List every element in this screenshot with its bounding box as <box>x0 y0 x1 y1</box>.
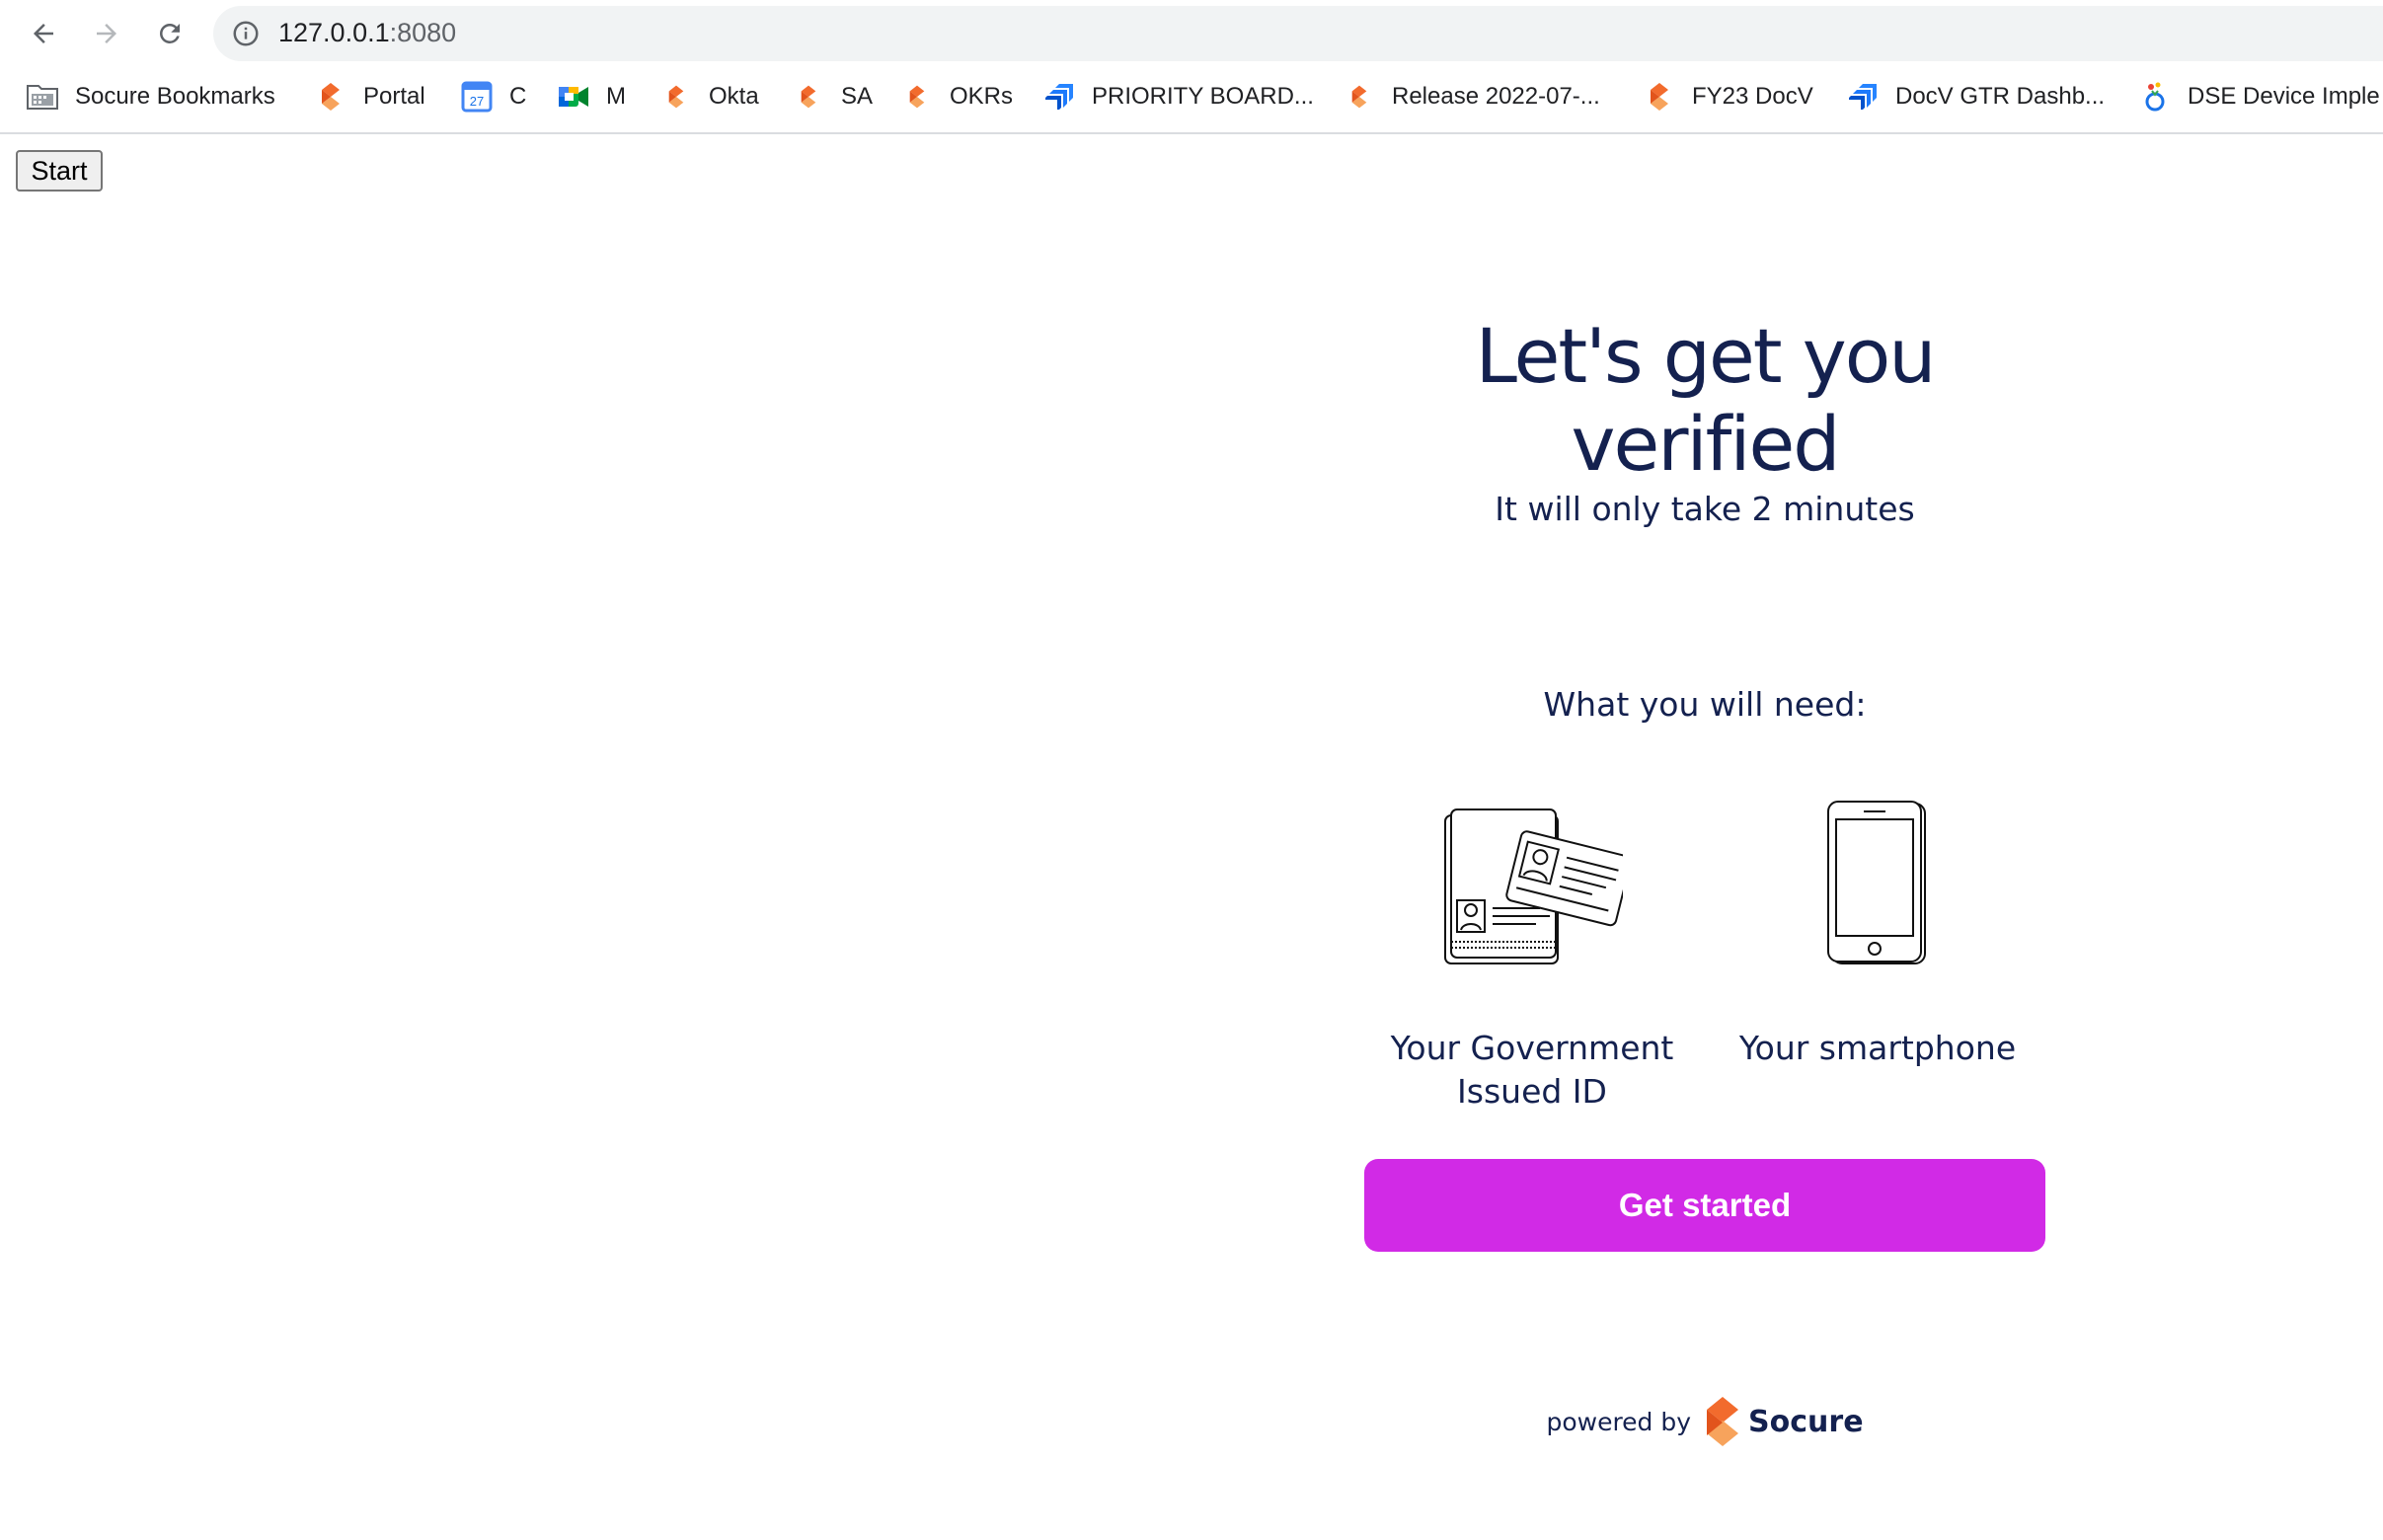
bookmark-label: Release 2022-07-... <box>1392 83 1600 110</box>
requirement-label-line2: Issued ID <box>1457 1072 1607 1111</box>
bookmark-label: OKRs <box>950 83 1014 110</box>
bookmark-label: FY23 DocV <box>1692 83 1813 110</box>
forward-arrow-icon[interactable] <box>85 12 128 55</box>
calendar-icon: 27 <box>460 80 494 114</box>
bookmark-portal[interactable]: Portal <box>314 77 425 116</box>
reload-icon[interactable] <box>148 12 192 55</box>
requirement-label: Your Government Issued ID <box>1384 1027 1680 1114</box>
device-icon <box>2138 80 2172 114</box>
bookmark-m[interactable]: M <box>557 77 626 116</box>
socure-icon <box>659 80 693 114</box>
bookmark-priority-board[interactable]: PRIORITY BOARD... <box>1042 77 1314 116</box>
socure-icon <box>1343 80 1376 114</box>
socure-logo-icon <box>1703 1395 1742 1448</box>
socure-icon <box>900 80 934 114</box>
bookmark-label: M <box>606 83 626 110</box>
page-title: Let's get you verified <box>1475 312 1937 488</box>
socure-icon <box>314 80 347 114</box>
jira-icon <box>1846 80 1880 114</box>
page-subtitle: It will only take 2 minutes <box>1495 490 1915 528</box>
bookmark-fy23-docv[interactable]: FY23 DocV <box>1643 77 1813 116</box>
bookmark-label: DSE Device Imple <box>2188 83 2380 110</box>
powered-by-text: powered by <box>1546 1407 1692 1436</box>
bookmark-label: Okta <box>709 83 759 110</box>
folder-icon <box>26 80 59 114</box>
meet-icon <box>557 80 590 114</box>
socure-icon <box>792 80 825 114</box>
requirement-smartphone: Your smartphone <box>1730 800 2026 1070</box>
smartphone-icon <box>1730 800 2026 967</box>
bookmark-label: C <box>509 83 527 110</box>
bookmark-docv-gtr-dashboard[interactable]: DocV GTR Dashb... <box>1846 77 2105 116</box>
url-text: 127.0.0.1:8080 <box>278 18 456 48</box>
bookmark-socure-bookmarks[interactable]: Socure Bookmarks <box>26 77 275 116</box>
bookmark-label: Portal <box>363 83 425 110</box>
requirement-label-line1: Your Government <box>1390 1029 1674 1067</box>
start-button[interactable]: Start <box>16 150 103 192</box>
bookmark-label: DocV GTR Dashb... <box>1895 83 2106 110</box>
id-documents-icon <box>1384 800 1680 967</box>
bookmark-c[interactable]: 27 C <box>460 77 526 116</box>
socure-icon <box>1643 80 1676 114</box>
powered-by-footer: powered by Socure <box>1364 1392 2045 1451</box>
svg-text:27: 27 <box>470 94 484 109</box>
url-port: :8080 <box>389 18 457 47</box>
bookmark-label: PRIORITY BOARD... <box>1092 83 1314 110</box>
browser-toolbar: 127.0.0.1:8080 <box>0 0 2383 65</box>
bookmark-label: Socure Bookmarks <box>75 83 275 110</box>
bookmark-label: SA <box>841 83 874 110</box>
bookmark-release[interactable]: Release 2022-07-... <box>1343 77 1600 116</box>
address-bar[interactable]: 127.0.0.1:8080 <box>213 6 2383 61</box>
requirement-label: Your smartphone <box>1730 1027 2026 1070</box>
back-arrow-icon[interactable] <box>22 12 65 55</box>
bookmark-okta[interactable]: Okta <box>659 77 759 116</box>
get-started-button[interactable]: Get started <box>1364 1159 2045 1252</box>
url-host: 127.0.0.1 <box>278 18 390 47</box>
bookmarks-bar: Socure Bookmarks Portal 27 C M Okta SA O… <box>0 65 2383 134</box>
bookmark-okrs[interactable]: OKRs <box>900 77 1013 116</box>
requirement-label-line1: Your smartphone <box>1738 1029 2017 1067</box>
bookmark-sa[interactable]: SA <box>792 77 873 116</box>
bookmark-dse-device[interactable]: DSE Device Imple <box>2138 77 2380 116</box>
requirements-heading: What you will need: <box>1543 685 1867 724</box>
info-icon[interactable] <box>231 19 261 48</box>
socure-brand-name: Socure <box>1748 1404 1864 1439</box>
requirement-government-id: Your Government Issued ID <box>1384 800 1680 1114</box>
jira-icon <box>1042 80 1076 114</box>
